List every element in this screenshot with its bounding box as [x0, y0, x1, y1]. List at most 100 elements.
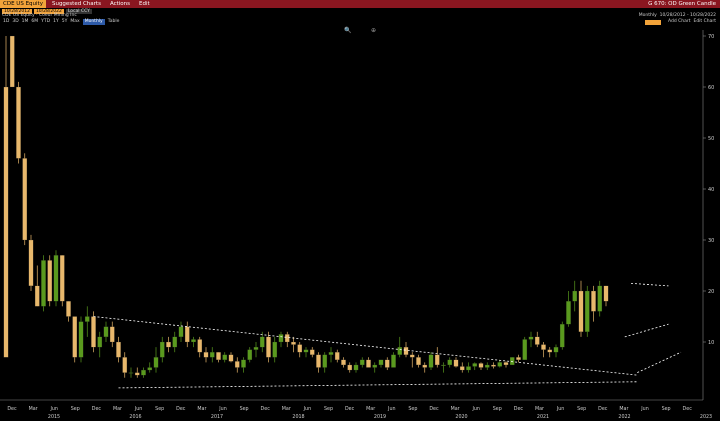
x-tick-label: Jun	[134, 406, 143, 412]
candle-body	[216, 352, 221, 360]
candle-body	[422, 364, 428, 368]
y-tick-label: 30	[708, 238, 714, 244]
candle-body	[541, 344, 546, 350]
x-year-label: 2015	[48, 414, 60, 420]
candle-body	[403, 347, 409, 355]
candle-body	[291, 341, 296, 345]
candle-body	[103, 326, 109, 338]
candle-body	[122, 357, 128, 373]
candle-body	[34, 285, 40, 307]
candle-body	[191, 339, 196, 343]
candle-body	[284, 334, 290, 343]
candle-body	[97, 336, 103, 348]
candle-body	[366, 359, 371, 368]
candle-body	[378, 359, 384, 366]
candle-body	[341, 359, 346, 366]
candle-body	[234, 361, 240, 368]
candle-body	[453, 359, 459, 367]
candle-body	[497, 362, 503, 367]
x-tick-label: Sep	[493, 406, 502, 412]
candle-body	[559, 324, 565, 348]
x-tick-label: Mar	[197, 406, 206, 412]
x-year-label: 2022	[618, 414, 630, 420]
x-tick-label: Jun	[218, 406, 227, 412]
candle-body	[591, 290, 596, 312]
candle-body	[259, 336, 265, 348]
x-tick-label: Mar	[113, 406, 122, 412]
x-tick-label: Dec	[176, 406, 186, 412]
candle-body	[241, 359, 246, 368]
x-tick-label: Dec	[261, 406, 271, 412]
candle-body	[447, 359, 453, 366]
candle-body	[384, 359, 390, 368]
candle-body	[397, 347, 403, 355]
price-chart[interactable]: 10 20 30 40 50 60 70 Dec Mar Jun Sep Dec Mar Jun Sep De…	[0, 0, 720, 421]
x-tick-label: Jun	[556, 406, 565, 412]
candle-body	[278, 334, 284, 343]
candle-body	[547, 349, 553, 353]
candle-body	[253, 347, 259, 350]
candle-body	[491, 364, 496, 367]
candle-body	[9, 35, 15, 88]
candle-body	[84, 316, 90, 322]
candle-body	[116, 341, 121, 358]
candle-body	[534, 336, 540, 345]
candle-body	[409, 354, 415, 358]
resistance-line-2022	[630, 282, 669, 287]
candle-body	[247, 349, 253, 360]
candle-body	[466, 366, 471, 371]
candle-body	[472, 363, 478, 367]
x-tick-label: Jun	[387, 406, 396, 412]
candle-body	[372, 364, 378, 368]
candle-body	[578, 290, 584, 332]
x-tick-label: Dec	[514, 406, 524, 412]
x-tick-label: Jun	[49, 406, 58, 412]
candle-body	[109, 326, 115, 343]
x-tick-label: Dec	[683, 406, 693, 412]
x-year-label: 2021	[537, 414, 549, 420]
candle-body	[391, 354, 396, 368]
x-tick-label: Dec	[7, 406, 17, 412]
x-tick-label: Dec	[429, 406, 439, 412]
x-year-label: 2019	[374, 414, 386, 420]
candle-body	[347, 364, 353, 371]
x-tick-label: Sep	[155, 406, 164, 412]
y-tick-label: 20	[708, 289, 714, 295]
x-tick-label: Sep	[577, 406, 586, 412]
x-tick-label: Sep	[324, 406, 333, 412]
x-tick-label: Sep	[240, 406, 249, 412]
candle-body	[134, 372, 140, 376]
candle-body	[416, 357, 421, 366]
candle-body	[484, 364, 490, 368]
candle-body	[434, 354, 440, 366]
x-tick-label: Mar	[29, 406, 38, 412]
x-tick-label: Dec	[598, 406, 608, 412]
candle-body	[328, 352, 334, 355]
candle-body	[153, 357, 159, 368]
candle-body	[322, 354, 328, 368]
x-tick-label: Mar	[282, 406, 291, 412]
candle-body	[272, 341, 278, 358]
candle-body	[303, 349, 309, 353]
candle-body	[128, 372, 134, 374]
lower-trendline	[118, 381, 638, 389]
candle-body	[159, 341, 165, 358]
candle-body	[297, 344, 303, 353]
candle-body	[147, 367, 153, 371]
x-year-label: 2018	[292, 414, 304, 420]
x-tick-label: Mar	[535, 406, 544, 412]
candle-body	[516, 357, 521, 360]
x-tick-label: Mar	[619, 406, 628, 412]
x-tick-label: Jun	[471, 406, 480, 412]
y-tick-label: 40	[708, 187, 714, 193]
x-year-label: 2020	[455, 414, 467, 420]
y-tick-label: 10	[708, 340, 714, 346]
candle-body	[141, 369, 146, 376]
candle-body	[166, 341, 171, 348]
candle-body	[522, 339, 528, 360]
candle-body	[572, 290, 578, 302]
candle-body	[59, 255, 65, 302]
x-tick-label: Jun	[640, 406, 649, 412]
x-year-label: 2017	[211, 414, 223, 420]
candle-body	[203, 352, 209, 358]
